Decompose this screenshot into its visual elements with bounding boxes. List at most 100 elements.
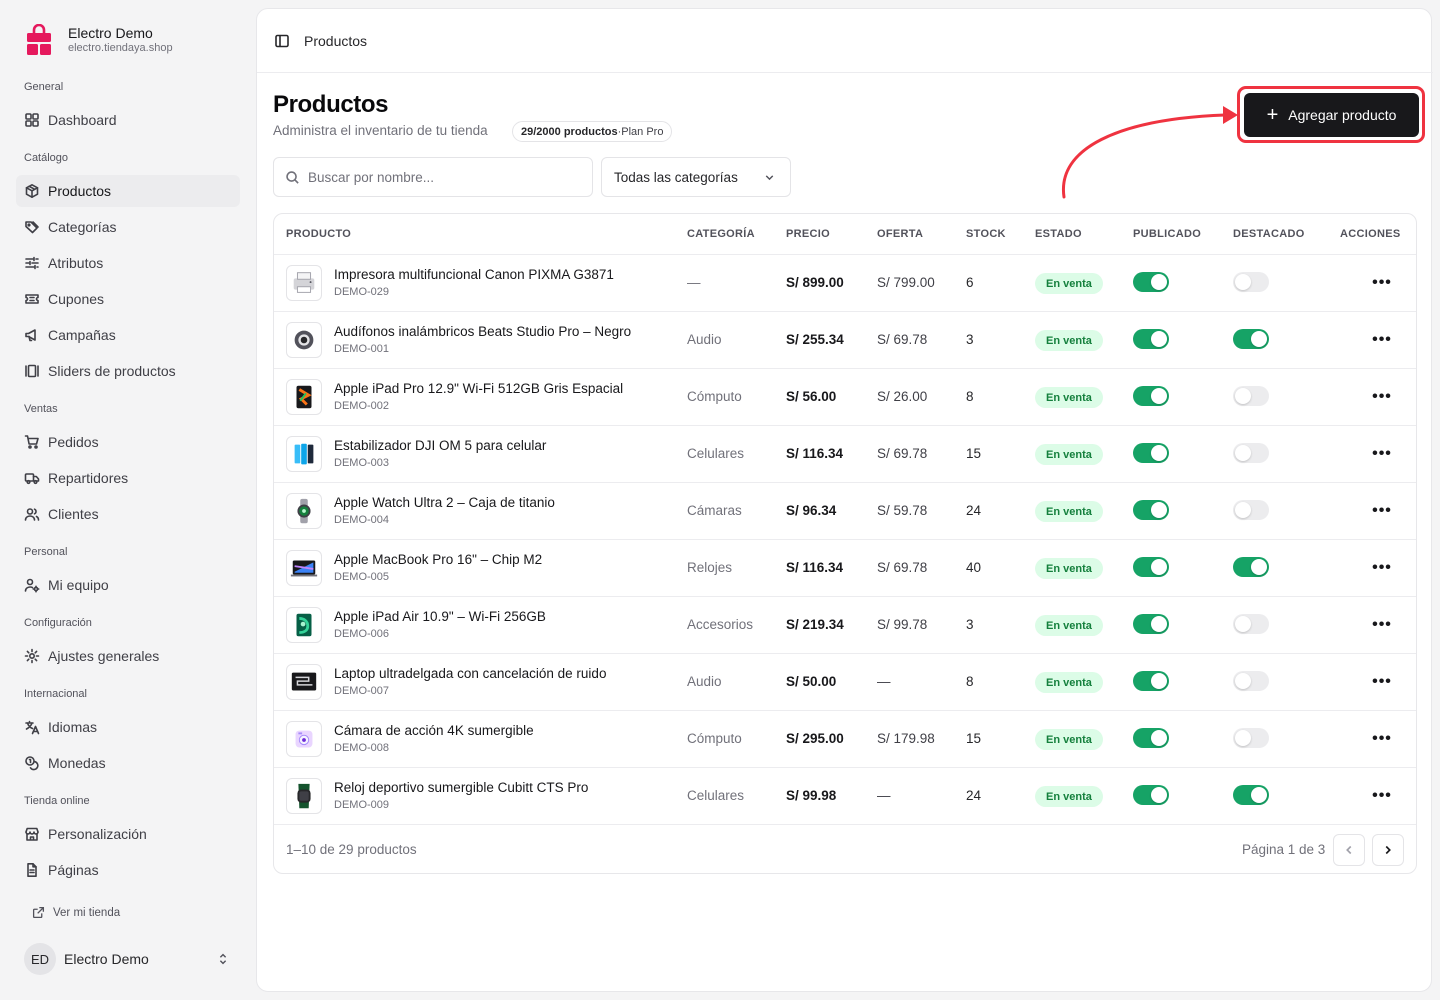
sidebar-item-gallery[interactable]: Sliders de productos bbox=[16, 355, 240, 387]
product-name[interactable]: Apple Watch Ultra 2 – Caja de titanio bbox=[334, 495, 555, 510]
product-category: Cómputo bbox=[687, 389, 742, 404]
sidebar-toggle-icon[interactable] bbox=[274, 33, 290, 49]
featured-toggle[interactable] bbox=[1233, 785, 1269, 805]
search-input[interactable] bbox=[308, 169, 578, 185]
published-toggle[interactable] bbox=[1133, 443, 1169, 463]
table-row[interactable]: Impresora multifuncional Canon PIXMA G38… bbox=[274, 255, 1416, 312]
user-menu[interactable]: ED Electro Demo bbox=[24, 943, 240, 975]
published-toggle[interactable] bbox=[1133, 728, 1169, 748]
featured-toggle[interactable] bbox=[1233, 557, 1269, 577]
published-toggle[interactable] bbox=[1133, 785, 1169, 805]
sidebar-item-label: Repartidores bbox=[48, 470, 129, 486]
product-name[interactable]: Impresora multifuncional Canon PIXMA G38… bbox=[334, 267, 614, 282]
table-row[interactable]: Apple Watch Ultra 2 – Caja de titanio DEM… bbox=[274, 483, 1416, 540]
sidebar-item-languages[interactable]: Idiomas bbox=[16, 711, 240, 743]
category-select[interactable]: Todas las categorías bbox=[601, 157, 791, 197]
product-name[interactable]: Apple iPad Air 10.9" – Wi-Fi 256GB bbox=[334, 609, 546, 624]
sidebar-item-megaphone[interactable]: Campañas bbox=[16, 319, 240, 351]
featured-toggle[interactable] bbox=[1233, 386, 1269, 406]
featured-toggle[interactable] bbox=[1233, 614, 1269, 634]
product-stock: 6 bbox=[966, 275, 974, 290]
table-row[interactable]: Apple iPad Air 10.9" – Wi-Fi 256GB DEMO-0… bbox=[274, 597, 1416, 654]
product-name[interactable]: Laptop ultradelgada con cancelación de r… bbox=[334, 666, 606, 681]
view-store-link[interactable]: Ver mi tienda bbox=[32, 906, 120, 919]
featured-toggle[interactable] bbox=[1233, 443, 1269, 463]
sidebar-item-store[interactable]: Personalización bbox=[16, 818, 240, 850]
sidebar-item-file[interactable]: Páginas bbox=[16, 854, 240, 886]
sidebar-item-users[interactable]: Clientes bbox=[16, 498, 240, 530]
gear-icon bbox=[24, 648, 40, 664]
product-price: S/ 99.98 bbox=[786, 788, 837, 803]
product-count: 29/2000 productos bbox=[521, 125, 618, 138]
nav-section-heading: Internacional bbox=[24, 688, 87, 700]
featured-toggle[interactable] bbox=[1233, 500, 1269, 520]
product-name[interactable]: Reloj deportivo sumergible Cubitt CTS Pr… bbox=[334, 780, 588, 795]
sidebar-item-coins[interactable]: Monedas bbox=[16, 747, 240, 779]
published-toggle[interactable] bbox=[1133, 557, 1169, 577]
table-row[interactable]: Estabilizador DJI OM 5 para celular DEMO-… bbox=[274, 426, 1416, 483]
featured-toggle[interactable] bbox=[1233, 329, 1269, 349]
sidebar-item-dashboard[interactable]: Dashboard bbox=[16, 104, 240, 136]
toggle-knob bbox=[1235, 388, 1251, 404]
sidebar-item-sliders[interactable]: Atributos bbox=[16, 247, 240, 279]
sidebar-item-gear[interactable]: Ajustes generales bbox=[16, 640, 240, 672]
product-sku: DEMO-005 bbox=[334, 571, 390, 583]
published-toggle[interactable] bbox=[1133, 329, 1169, 349]
product-name[interactable]: Apple MacBook Pro 16" – Chip M2 bbox=[334, 552, 542, 567]
sidebar-item-truck[interactable]: Repartidores bbox=[16, 462, 240, 494]
store-switcher[interactable]: Electro Demo electro.tiendaya.shop bbox=[24, 24, 173, 56]
toggle-knob bbox=[1235, 730, 1251, 746]
more-actions-icon[interactable]: ••• bbox=[1370, 386, 1394, 408]
more-actions-icon[interactable]: ••• bbox=[1370, 728, 1394, 750]
product-name[interactable]: Estabilizador DJI OM 5 para celular bbox=[334, 438, 546, 453]
search-field[interactable] bbox=[273, 157, 593, 197]
table-row[interactable]: Apple iPad Pro 12.9" Wi-Fi 512GB Gris Es… bbox=[274, 369, 1416, 426]
more-actions-icon[interactable]: ••• bbox=[1370, 500, 1394, 522]
table-row[interactable]: Laptop ultradelgada con cancelación de r… bbox=[274, 654, 1416, 711]
more-actions-icon[interactable]: ••• bbox=[1370, 443, 1394, 465]
table-row[interactable]: Apple MacBook Pro 16" – Chip M2 DEMO-005 R… bbox=[274, 540, 1416, 597]
published-toggle[interactable] bbox=[1133, 386, 1169, 406]
sidebar-item-user-cog[interactable]: Mi equipo bbox=[16, 569, 240, 601]
sidebar-item-tags[interactable]: Categorías bbox=[16, 211, 240, 243]
product-sku: DEMO-001 bbox=[334, 343, 390, 355]
prev-page-button[interactable] bbox=[1333, 834, 1365, 866]
next-page-button[interactable] bbox=[1372, 834, 1404, 866]
main-panel: Productos Productos Administra el invent… bbox=[256, 8, 1433, 992]
product-category: Cámaras bbox=[687, 503, 742, 518]
toggle-knob bbox=[1151, 730, 1167, 746]
more-actions-icon[interactable]: ••• bbox=[1370, 671, 1394, 693]
toggle-knob bbox=[1151, 616, 1167, 632]
toggle-knob bbox=[1151, 274, 1167, 290]
more-actions-icon[interactable]: ••• bbox=[1370, 557, 1394, 579]
sidebar-item-cart[interactable]: Pedidos bbox=[16, 426, 240, 458]
sidebar-item-ticket[interactable]: Cupones bbox=[16, 283, 240, 315]
product-sku: DEMO-003 bbox=[334, 457, 390, 469]
product-stock: 15 bbox=[966, 731, 982, 746]
more-actions-icon[interactable]: ••• bbox=[1370, 329, 1394, 351]
product-name[interactable]: Cámara de acción 4K sumergible bbox=[334, 723, 534, 738]
published-toggle[interactable] bbox=[1133, 272, 1169, 292]
featured-toggle[interactable] bbox=[1233, 728, 1269, 748]
more-actions-icon[interactable]: ••• bbox=[1370, 272, 1394, 294]
sidebar-item-label: Personalización bbox=[48, 826, 147, 842]
nav-section-heading: Ventas bbox=[24, 403, 58, 415]
table-row[interactable]: Audífonos inalámbricos Beats Studio Pro … bbox=[274, 312, 1416, 369]
published-toggle[interactable] bbox=[1133, 671, 1169, 691]
add-product-button[interactable]: + Agregar producto bbox=[1244, 93, 1419, 137]
more-actions-icon[interactable]: ••• bbox=[1370, 614, 1394, 636]
sidebar-item-box[interactable]: Productos bbox=[16, 175, 240, 207]
published-toggle[interactable] bbox=[1133, 500, 1169, 520]
table-row[interactable]: Reloj deportivo sumergible Cubitt CTS Pr… bbox=[274, 768, 1416, 825]
plan-name: Plan Pro bbox=[621, 125, 664, 138]
more-actions-icon[interactable]: ••• bbox=[1370, 785, 1394, 807]
view-store-label: Ver mi tienda bbox=[53, 906, 121, 919]
table-row[interactable]: Cámara de acción 4K sumergible DEMO-008 Có… bbox=[274, 711, 1416, 768]
add-product-label: Agregar producto bbox=[1288, 107, 1397, 123]
featured-toggle[interactable] bbox=[1233, 272, 1269, 292]
featured-toggle[interactable] bbox=[1233, 671, 1269, 691]
product-name[interactable]: Apple iPad Pro 12.9" Wi-Fi 512GB Gris Es… bbox=[334, 381, 623, 396]
published-toggle[interactable] bbox=[1133, 614, 1169, 634]
toggle-knob bbox=[1235, 502, 1251, 518]
product-name[interactable]: Audífonos inalámbricos Beats Studio Pro … bbox=[334, 324, 631, 339]
